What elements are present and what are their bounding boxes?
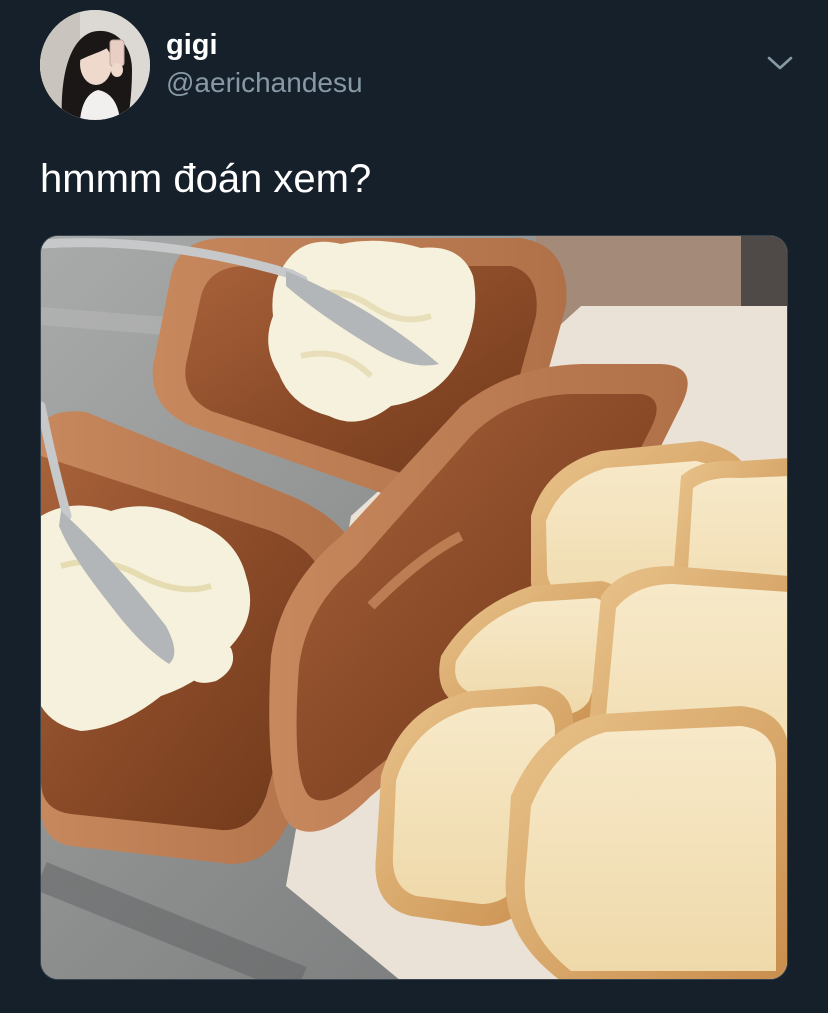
user-handle[interactable]: @aerichandesu [166, 66, 363, 100]
tweet-text: hmmm đoán xem? [40, 157, 372, 201]
avatar-photo [40, 10, 150, 120]
tweet: gigi @aerichandesu hmmm đoán xem? [0, 0, 828, 1013]
more-options-button[interactable] [760, 48, 800, 78]
author-names: gigi @aerichandesu [166, 28, 363, 100]
chevron-down-icon [767, 56, 793, 70]
display-name[interactable]: gigi [166, 28, 363, 62]
tweet-photo[interactable] [40, 235, 788, 980]
food-photo [41, 236, 787, 979]
tweet-header: gigi @aerichandesu [40, 10, 800, 120]
avatar[interactable] [40, 10, 150, 120]
